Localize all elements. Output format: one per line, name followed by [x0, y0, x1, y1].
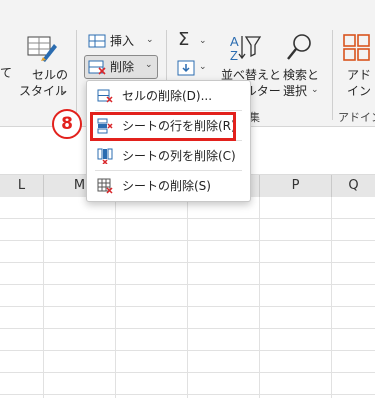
column-header-l[interactable]: L [0, 175, 44, 197]
find-select-label-line1[interactable]: 検索と [283, 68, 319, 82]
sort-filter-icon[interactable]: A Z [228, 32, 262, 64]
svg-text:A: A [230, 34, 239, 49]
add-ins-group-label: アドイン [338, 111, 375, 124]
gridline [43, 197, 44, 398]
gridline [0, 262, 375, 263]
gridline [0, 394, 375, 395]
add-ins-label-line2[interactable]: イン [347, 84, 371, 98]
fill-chevron-icon[interactable]: ⌄ [199, 62, 207, 72]
gridline [331, 197, 332, 398]
delete-cells-button-icon[interactable] [88, 59, 106, 75]
add-ins-icon[interactable] [343, 34, 371, 62]
gridline [0, 240, 375, 241]
delete-sheet-icon [97, 178, 113, 194]
menu-item-label: シートの列を削除(C) [122, 149, 236, 163]
gridline [0, 218, 375, 219]
highlight-box [90, 112, 236, 141]
gridline [0, 350, 375, 351]
delete-chevron-icon[interactable]: ⌄ [145, 60, 153, 70]
add-ins-label-line1[interactable]: アド [347, 68, 371, 82]
menu-item-delete-sheet-columns[interactable]: シートの列を削除(C) [87, 143, 250, 169]
column-header-q[interactable]: Q [332, 175, 375, 197]
insert-button-label[interactable]: 挿入 [110, 34, 134, 48]
group-divider [332, 30, 333, 120]
autosum-chevron-icon[interactable]: ⌄ [199, 36, 207, 46]
gridline [0, 372, 375, 373]
menu-separator [95, 110, 242, 111]
delete-dropdown-menu: セルの削除(D)... シートの行を削除(R) シートの列を削除(C) シートの… [86, 80, 251, 202]
cell-styles-chevron-icon[interactable]: ⌄ [60, 86, 68, 96]
delete-cells-icon [97, 88, 113, 104]
svg-text:Z: Z [230, 48, 238, 63]
fill-icon[interactable] [177, 60, 195, 76]
find-select-label-line2[interactable]: 選択 [283, 84, 307, 98]
delete-button-label[interactable]: 削除 [110, 60, 134, 74]
menu-item-label: シートの削除(S) [122, 179, 211, 193]
delete-sheet-columns-icon [97, 148, 113, 165]
find-select-icon[interactable] [285, 32, 315, 64]
gridline [0, 284, 375, 285]
gridline [0, 328, 375, 329]
find-select-chevron-icon[interactable]: ⌄ [311, 85, 319, 95]
menu-item-delete-cells[interactable]: セルの削除(D)... [87, 83, 250, 109]
gridline [187, 197, 188, 398]
menu-item-label: セルの削除(D)... [122, 89, 213, 103]
menu-item-delete-sheet[interactable]: シートの削除(S) [87, 173, 250, 199]
insert-chevron-icon[interactable]: ⌄ [146, 35, 154, 45]
group-divider [76, 30, 77, 120]
cell-styles-icon[interactable] [26, 34, 58, 64]
menu-separator [95, 170, 242, 171]
step-number-badge: 8 [52, 109, 82, 139]
gridline [115, 197, 116, 398]
autosum-icon[interactable]: Σ [178, 30, 189, 50]
column-header-p[interactable]: P [260, 175, 332, 197]
gridline [0, 306, 375, 307]
insert-cells-icon[interactable] [88, 33, 106, 49]
format-as-table-label[interactable]: て [0, 66, 12, 80]
worksheet-grid[interactable] [0, 197, 375, 398]
cell-styles-label-line1[interactable]: セルの [32, 68, 68, 82]
gridline [259, 197, 260, 398]
